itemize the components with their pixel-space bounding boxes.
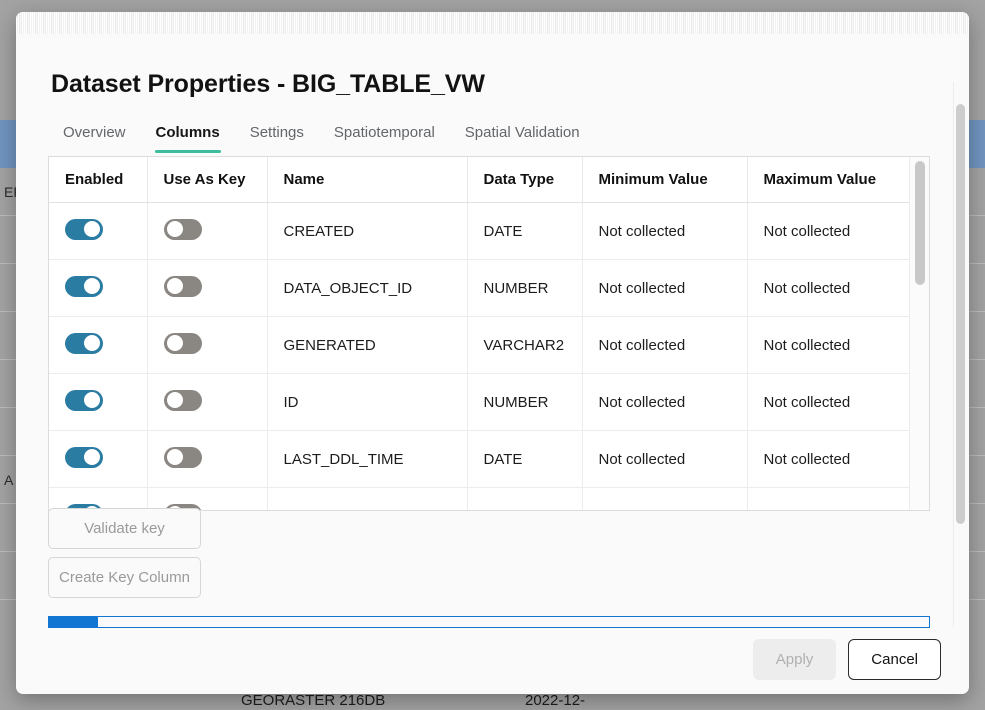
toggle-knob (84, 392, 100, 408)
use-as-key-cell (147, 430, 268, 488)
validate-key-button[interactable]: Validate key (48, 508, 201, 549)
column-name-cell: CREATED (267, 202, 468, 260)
toggle-knob (84, 221, 100, 237)
table-row[interactable]: CREATED DATE Not collected Not collected (49, 202, 911, 260)
dialog-footer: Apply Cancel (752, 639, 941, 680)
column-header-name[interactable]: Name (267, 157, 468, 203)
column-header-enabled[interactable]: Enabled (49, 157, 148, 203)
column-header-data-type[interactable]: Data Type (467, 157, 583, 203)
tab-overview[interactable]: Overview (48, 122, 141, 153)
toggle-knob (166, 335, 183, 351)
tab-spatiotemporal[interactable]: Spatiotemporal (319, 122, 450, 153)
dialog-scroll-thumb[interactable] (956, 104, 965, 524)
enabled-cell (49, 316, 148, 374)
column-header-use-as-key[interactable]: Use As Key (147, 157, 268, 203)
enabled-cell (49, 259, 148, 317)
dialog-tabs: Overview Columns Settings Spatiotemporal Spa… (48, 122, 595, 153)
enabled-toggle[interactable] (65, 275, 103, 297)
toggle-knob (166, 278, 183, 294)
column-name-cell: ID (267, 373, 468, 431)
maximum-value-cell: Not collected (747, 259, 911, 317)
table-row[interactable]: DATA_OBJECT_ID NUMBER Not collected Not col… (49, 259, 911, 317)
tab-spatial-validation[interactable]: Spatial Validation (450, 122, 595, 153)
maximum-value-cell: Not collected (747, 430, 911, 488)
column-name-cell: LATITUDE (267, 487, 468, 510)
tab-settings[interactable]: Settings (235, 122, 319, 153)
column-name-cell: LAST_DDL_TIME (267, 430, 468, 488)
columns-table-scroll-thumb[interactable] (915, 161, 925, 285)
enabled-toggle[interactable] (65, 446, 103, 468)
use-as-key-toggle[interactable] (163, 275, 202, 297)
use-as-key-toggle[interactable] (163, 332, 202, 354)
columns-horizontal-scrollbar[interactable] (48, 616, 930, 628)
minimum-value-cell: Not collected (582, 430, 748, 488)
horizontal-scroll-thumb[interactable] (49, 617, 98, 627)
use-as-key-cell (147, 316, 268, 374)
table-row[interactable]: LAST_DDL_TIME DATE Not collected Not collec… (49, 430, 911, 488)
data-type-cell: NUMBER (467, 487, 583, 510)
enabled-cell (49, 202, 148, 260)
columns-table-body: CREATED DATE Not collected Not collected DAT… (49, 202, 911, 510)
maximum-value-cell: Not collected (747, 373, 911, 431)
data-type-cell: DATE (467, 430, 583, 488)
minimum-value-cell: Not collected (582, 259, 748, 317)
cancel-button[interactable]: Cancel (848, 639, 941, 680)
column-name-cell: DATA_OBJECT_ID (267, 259, 468, 317)
maximum-value-cell: Not collected (747, 202, 911, 260)
maximum-value-cell: Not collected (747, 316, 911, 374)
columns-table-vertical-scrollbar[interactable] (909, 157, 929, 510)
data-type-cell: DATE (467, 202, 583, 260)
columns-table-header-row: Enabled Use As Key Name Data Type Minimum Va… (49, 157, 911, 203)
toggle-knob (84, 335, 100, 351)
maximum-value-cell: Not collected (747, 487, 911, 510)
use-as-key-cell (147, 259, 268, 317)
enabled-toggle[interactable] (65, 218, 103, 240)
minimum-value-cell: Not collected (582, 316, 748, 374)
data-type-cell: VARCHAR2 (467, 316, 583, 374)
dataset-properties-dialog: Dataset Properties - BIG_TABLE_VW Overvi… (16, 12, 969, 694)
dialog-texture-band (16, 12, 969, 34)
use-as-key-toggle[interactable] (163, 389, 202, 411)
toggle-knob (84, 449, 100, 465)
toggle-knob (166, 221, 183, 237)
columns-table: Enabled Use As Key Name Data Type Minimum Va… (49, 157, 911, 510)
column-name-cell: GENERATED (267, 316, 468, 374)
dialog-vertical-scrollbar[interactable] (953, 82, 965, 627)
table-row[interactable]: ID NUMBER Not collected Not collected (49, 373, 911, 431)
column-header-maximum-value[interactable]: Maximum Value (747, 157, 911, 203)
use-as-key-toggle[interactable] (163, 446, 202, 468)
table-row[interactable]: GENERATED VARCHAR2 Not collected Not collec… (49, 316, 911, 374)
toggle-knob (166, 392, 183, 408)
use-as-key-toggle[interactable] (163, 218, 202, 240)
columns-table-scroll-area[interactable]: Enabled Use As Key Name Data Type Minimum Va… (49, 157, 911, 510)
create-key-column-button[interactable]: Create Key Column (48, 557, 201, 598)
toggle-knob (84, 278, 100, 294)
minimum-value-cell: Not collected (582, 373, 748, 431)
minimum-value-cell: Not collected (582, 487, 748, 510)
dialog-body: Dataset Properties - BIG_TABLE_VW Overvi… (16, 34, 969, 694)
background-label-right: 2022-12- (525, 692, 586, 709)
columns-table-container: Enabled Use As Key Name Data Type Minimum Va… (48, 156, 930, 511)
minimum-value-cell: Not collected (582, 202, 748, 260)
enabled-toggle[interactable] (65, 389, 103, 411)
background-label-left: GEORASTER 216DB (241, 692, 386, 709)
enabled-cell (49, 373, 148, 431)
enabled-cell (49, 430, 148, 488)
background-bottom-text: GEORASTER 216DB 2022-12- (0, 692, 985, 710)
enabled-toggle[interactable] (65, 332, 103, 354)
key-action-buttons: Validate key Create Key Column (48, 508, 201, 606)
column-header-minimum-value[interactable]: Minimum Value (582, 157, 748, 203)
tab-columns[interactable]: Columns (141, 122, 235, 153)
dialog-title: Dataset Properties - BIG_TABLE_VW (51, 70, 485, 98)
apply-button[interactable]: Apply (752, 639, 837, 680)
use-as-key-cell (147, 373, 268, 431)
data-type-cell: NUMBER (467, 259, 583, 317)
data-type-cell: NUMBER (467, 373, 583, 431)
use-as-key-cell (147, 202, 268, 260)
columns-table-head: Enabled Use As Key Name Data Type Minimum Va… (49, 157, 911, 203)
toggle-knob (166, 449, 183, 465)
